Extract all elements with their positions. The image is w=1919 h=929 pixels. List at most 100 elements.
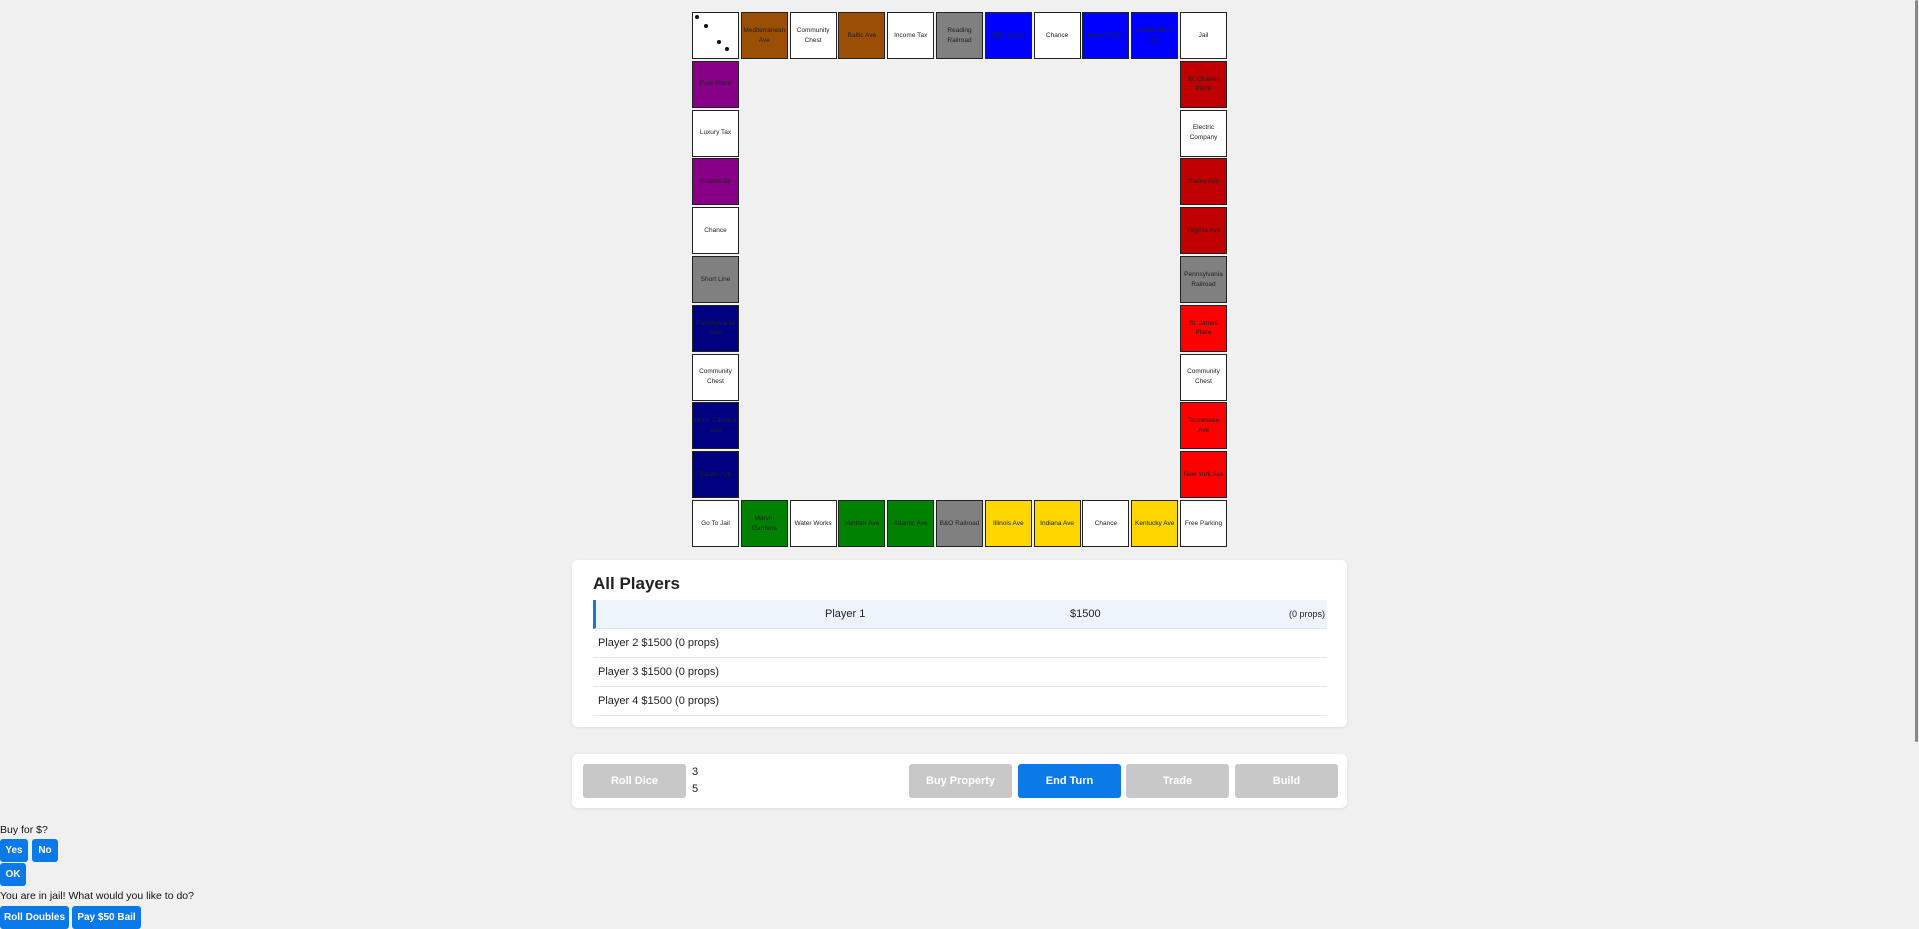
board-space[interactable]: Chance [692, 207, 739, 255]
board-space[interactable]: North Carolina Ave [692, 402, 739, 450]
board-space[interactable]: Pennsylvania Railroad [1180, 256, 1227, 303]
board-space[interactable]: Community Chest [1180, 353, 1227, 401]
player-row[interactable]: Player 2 $1500 (0 props) [593, 629, 1327, 658]
board-space[interactable]: Oriental Ave [984, 12, 1032, 59]
board-space[interactable]: Income Tax [887, 12, 935, 59]
space-label: Indiana Ave [1040, 519, 1075, 527]
board-space[interactable]: Vermont Ave [1082, 12, 1130, 59]
space-label: Luxury Tax [699, 129, 732, 137]
board-space[interactable]: Virginia Ave [1180, 207, 1227, 255]
space-label: Chance [1094, 519, 1118, 527]
board-space[interactable]: Go To Jail [692, 500, 739, 547]
player-row[interactable]: Player 3 $1500 (0 props) [593, 658, 1327, 687]
board-space[interactable]: Short Line [692, 256, 739, 303]
controls-bar: Roll Dice 3 5 Buy Property End Turn Trad… [572, 754, 1347, 808]
board-space[interactable] [692, 12, 739, 59]
board-space[interactable]: States Ave [1180, 158, 1227, 206]
board-space[interactable]: Connecticut Ave [1131, 12, 1179, 59]
board-space[interactable]: B&O Railroad [936, 500, 983, 547]
space-label: Mediterranean Ave [743, 26, 786, 44]
player-token [725, 47, 729, 51]
space-label: Reading Railroad [947, 26, 972, 44]
board-space[interactable]: Ventnor Ave [838, 500, 886, 547]
jail-prompt-text: You are in jail! What would you like to … [0, 890, 194, 902]
player-summary: Player 2 $1500 (0 props) [598, 637, 720, 649]
space-label: North Carolina Ave [694, 417, 737, 434]
roll-doubles-button[interactable]: Roll Doubles [0, 906, 69, 929]
space-label: Community Chest [796, 26, 830, 44]
dice-display: 3 5 [692, 764, 698, 798]
players-panel: All Players Player 1 $1500 (0 props) Pla… [572, 560, 1347, 727]
end-turn-button[interactable]: End Turn [1018, 764, 1121, 798]
space-label: Boardwalk [700, 178, 731, 186]
board-space[interactable]: Free Parking [1180, 500, 1227, 547]
space-label: Tennessee Ave [1187, 417, 1220, 434]
space-label: Pennsylvania Railroad [1184, 270, 1223, 288]
space-label: Kentucky Ave [1135, 519, 1175, 527]
board-space[interactable]: Chance [1033, 12, 1081, 59]
space-label: Short Line [700, 275, 731, 283]
board-space[interactable]: Baltic Ave [838, 12, 886, 59]
board-space[interactable]: Water Works [789, 500, 837, 547]
space-label: Water Works [794, 519, 832, 527]
board-space[interactable]: Illinois Ave [984, 500, 1032, 547]
board-space[interactable]: Tennessee Ave [1180, 402, 1227, 450]
space-label: Community Chest [1187, 368, 1220, 386]
space-label: States Ave [1188, 178, 1219, 186]
space-label: Illinois Ave [993, 519, 1024, 527]
player-row-active[interactable]: Player 1 $1500 (0 props) [593, 600, 1327, 629]
space-label: St. Charles Place [1187, 75, 1220, 93]
board-space[interactable]: Chance [1082, 500, 1130, 547]
player-name: Player 1 [825, 608, 866, 620]
space-label: Free Parking [1184, 519, 1223, 527]
space-label: Community Chest [699, 368, 732, 386]
player-row[interactable]: Player 4 $1500 (0 props) [593, 687, 1327, 716]
build-button[interactable]: Build [1235, 764, 1338, 798]
board-space[interactable]: Kentucky Ave [1131, 500, 1179, 547]
player-summary: Player 4 $1500 (0 props) [598, 695, 720, 707]
board-space[interactable]: Community Chest [789, 12, 837, 59]
board-space[interactable]: Boardwalk [692, 158, 739, 206]
player-token [717, 40, 721, 44]
board-space[interactable]: Indiana Ave [1033, 500, 1081, 547]
board-space[interactable]: Pacific Ave [692, 451, 739, 499]
board-space[interactable]: New York Ave [1180, 451, 1227, 499]
no-button[interactable]: No [32, 839, 58, 862]
player-summary: Player 3 $1500 (0 props) [598, 666, 720, 678]
ok-button[interactable]: OK [0, 863, 26, 886]
scrollbar-thumb[interactable] [1915, 0, 1918, 742]
space-label: Chance [1045, 31, 1069, 39]
board-space[interactable]: Mediterranean Ave [740, 12, 788, 59]
die-1-value: 3 [692, 766, 699, 778]
board-space[interactable]: Park Place [692, 60, 739, 108]
board-space[interactable]: Electric Company [1180, 109, 1227, 157]
board-space[interactable]: Marvin Gardens [740, 500, 788, 547]
board-space[interactable]: Pennsylvania Ave [692, 304, 739, 352]
board-space[interactable]: Jail [1180, 12, 1227, 59]
board-space[interactable]: Reading Railroad [936, 12, 983, 59]
space-label: Income Tax [894, 31, 928, 39]
pay-bail-button[interactable]: Pay $50 Bail [72, 906, 141, 929]
yes-button[interactable]: Yes [0, 839, 28, 862]
scrollbar-track[interactable] [1913, 0, 1919, 917]
board-space[interactable]: Luxury Tax [692, 109, 739, 157]
space-label: St. James Place [1189, 319, 1218, 337]
space-label: Connecticut Ave [1137, 26, 1172, 44]
die-2-value: 5 [692, 783, 699, 795]
space-label: Chance [704, 226, 727, 234]
space-label: Electric Company [1189, 124, 1218, 142]
space-label: Virginia Ave [1186, 226, 1221, 234]
space-label: Jail [1198, 31, 1209, 39]
player-token [704, 24, 708, 28]
board-space[interactable]: St. Charles Place [1180, 60, 1227, 108]
buy-property-button[interactable]: Buy Property [909, 764, 1012, 798]
trade-button[interactable]: Trade [1126, 764, 1229, 798]
board-space[interactable]: Community Chest [692, 353, 739, 401]
board-space[interactable]: Atlantic Ave [887, 500, 935, 547]
space-label: Go To Jail [701, 519, 730, 527]
roll-dice-button[interactable]: Roll Dice [583, 764, 686, 798]
space-label: Park Place [699, 80, 732, 88]
space-label: Baltic Ave [847, 31, 877, 39]
space-label: B&O Railroad [939, 519, 980, 527]
board-space[interactable]: St. James Place [1180, 304, 1227, 352]
